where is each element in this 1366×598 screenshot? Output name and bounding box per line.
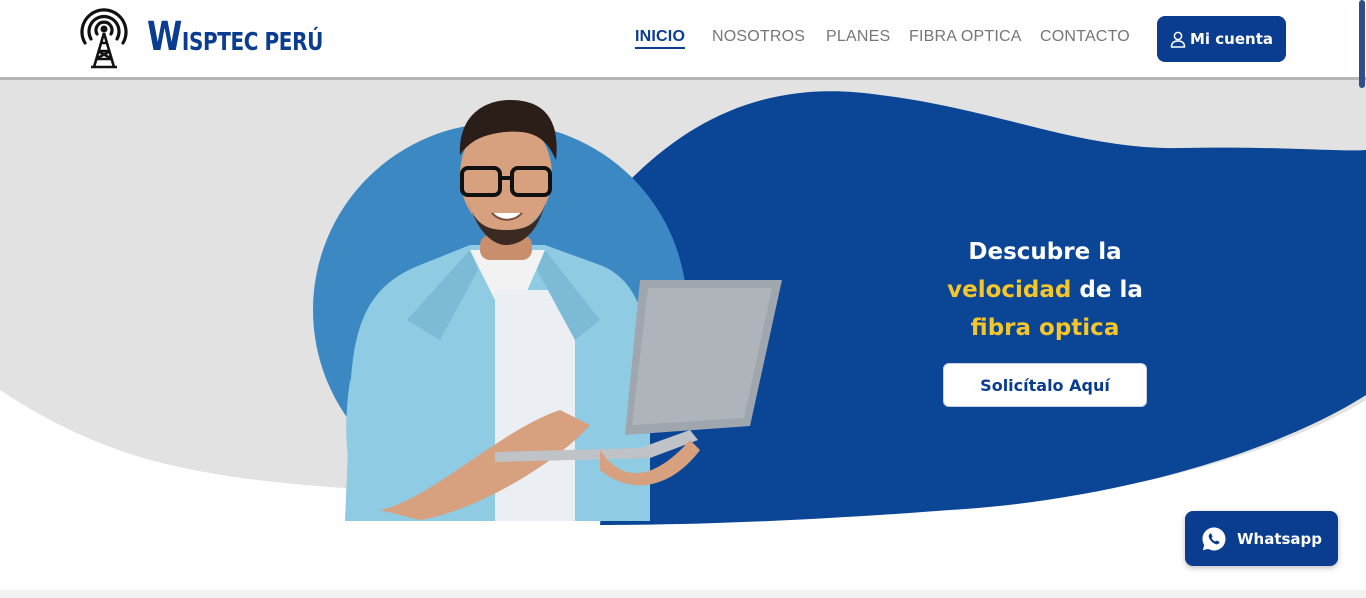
account-label: Mi cuenta	[1189, 30, 1273, 48]
next-section-edge	[0, 590, 1366, 598]
request-service-button[interactable]: Solicítalo Aquí	[943, 363, 1147, 407]
headline-line-1: Descubre la	[968, 239, 1122, 265]
nav-item-inicio[interactable]: INICIO	[635, 28, 686, 49]
nav-item-nosotros[interactable]: NOSOTROS	[712, 28, 805, 46]
whatsapp-button[interactable]: Whatsapp	[1185, 511, 1338, 566]
nav-item-fibra-optica[interactable]: FIBRA OPTICA	[909, 28, 1022, 46]
site-header: WISPTEC PERÚ INICIO NOSOTROS PLANES FIBR…	[0, 0, 1366, 80]
account-button[interactable]: Mi cuenta	[1157, 16, 1286, 62]
user-icon	[1170, 31, 1186, 48]
page-scrollbar[interactable]	[1359, 0, 1365, 88]
nav-item-planes[interactable]: PLANES	[826, 28, 890, 46]
nav-item-contacto[interactable]: CONTACTO	[1040, 28, 1130, 46]
headline-line-2: velocidad de la	[947, 277, 1143, 303]
whatsapp-icon	[1202, 527, 1226, 550]
hero-banner: Descubre la velocidad de la fibra optica…	[0, 80, 1366, 590]
headline-line-3: fibra optica	[970, 315, 1120, 341]
whatsapp-label: Whatsapp	[1236, 529, 1323, 548]
hero-headline: Descubre la velocidad de la fibra optica	[900, 233, 1190, 347]
